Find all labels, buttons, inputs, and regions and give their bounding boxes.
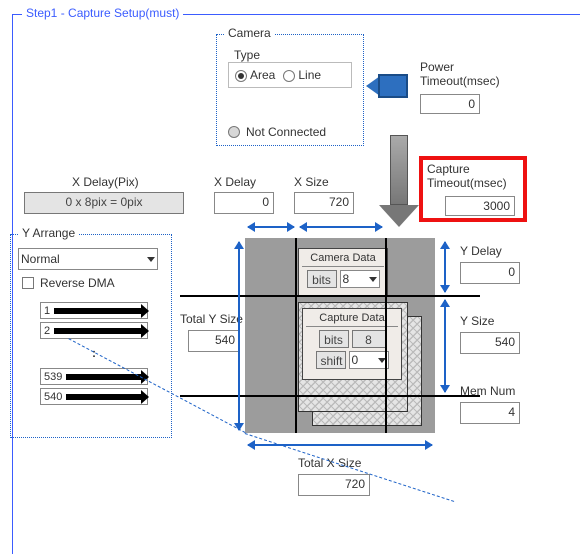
list-item: 2 <box>40 322 148 339</box>
flow-arrow-icon <box>390 135 419 227</box>
diagram-line <box>295 238 297 433</box>
power-timeout-label: Power Timeout(msec) <box>420 60 500 88</box>
mem-num-label: Mem Num <box>460 384 515 398</box>
dim-arrow-xsize <box>300 226 382 228</box>
camera-data-panel: Camera Data bits 8 <box>298 248 388 296</box>
x-size-input[interactable]: 720 <box>294 192 354 214</box>
y-size-label: Y Size <box>460 314 494 328</box>
dim-arrow-xdelay <box>248 226 294 228</box>
capture-timeout-input[interactable]: 3000 <box>445 196 515 216</box>
y-arrange-select[interactable]: Normal <box>18 248 158 270</box>
camera-type-label: Type <box>234 48 260 62</box>
capture-shift-label: shift <box>316 351 346 369</box>
diagram-line <box>385 238 387 433</box>
y-size-input[interactable]: 540 <box>460 332 520 354</box>
y-arrange-label: Y Arrange <box>18 226 79 240</box>
list-item: 1 <box>40 302 148 319</box>
y-delay-label: Y Delay <box>460 244 502 258</box>
list-item: 539 <box>40 368 148 385</box>
reverse-dma-checkbox[interactable] <box>22 277 34 289</box>
capture-shift-select[interactable]: 0 <box>349 351 389 369</box>
total-y-size-label: Total Y Size <box>180 312 243 326</box>
x-size-label: X Size <box>294 175 329 189</box>
mem-num-input[interactable]: 4 <box>460 402 520 424</box>
camera-data-bits-label: bits <box>307 270 337 288</box>
diagram-line <box>180 395 480 397</box>
camera-status-icon <box>228 126 240 138</box>
dim-arrow-ydelay <box>444 242 446 292</box>
camera-group-label: Camera <box>224 26 275 40</box>
reverse-dma-label: Reverse DMA <box>40 276 115 290</box>
radio-area[interactable]: Area <box>235 68 275 82</box>
total-y-size-input[interactable]: 540 <box>188 330 240 352</box>
y-delay-input[interactable]: 0 <box>460 262 520 284</box>
x-delay-input[interactable]: 0 <box>214 192 274 214</box>
capture-data-panel: Capture Data bits 8 shift 0 <box>302 308 402 380</box>
list-item: 540 <box>40 388 148 405</box>
total-x-size-input[interactable]: 720 <box>298 474 370 496</box>
x-delay-pix-label: X Delay(Pix) <box>72 175 139 189</box>
step-title: Step1 - Capture Setup(must) <box>22 6 183 20</box>
power-timeout-input[interactable]: 0 <box>420 94 480 114</box>
capture-timeout-label: Capture Timeout(msec) <box>427 162 507 190</box>
camera-data-bits-select[interactable]: 8 <box>340 270 380 288</box>
capture-bits-value: 8 <box>352 330 386 348</box>
capture-bits-label: bits <box>319 330 349 348</box>
x-delay-label: X Delay <box>214 175 256 189</box>
radio-line[interactable]: Line <box>283 68 321 82</box>
chevron-down-icon <box>147 257 155 262</box>
camera-status-text: Not Connected <box>246 125 326 139</box>
diagram-line <box>180 295 480 297</box>
x-delay-pix-display: 0 x 8pix = 0pix <box>24 192 184 214</box>
dim-arrow-ysize <box>444 300 446 392</box>
camera-icon <box>378 70 410 102</box>
dim-arrow-totaly <box>238 242 240 430</box>
